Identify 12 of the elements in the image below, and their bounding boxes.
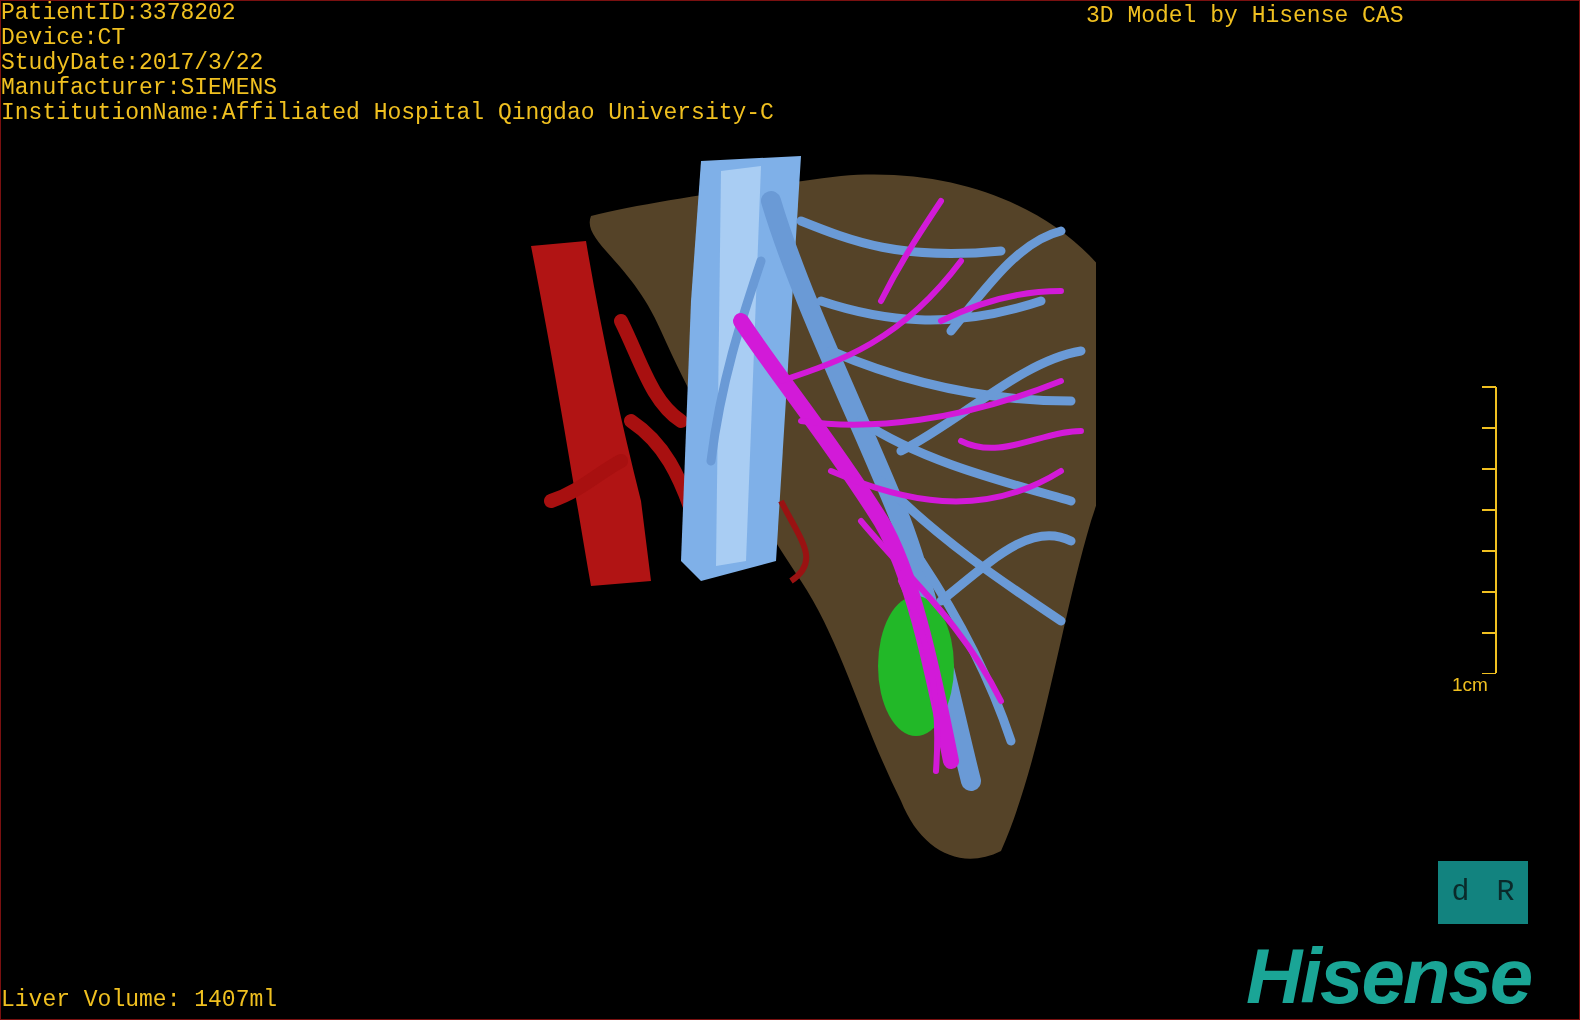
orientation-label: d (1450, 874, 1471, 911)
patient-info-text: InstitutionName:Affiliated Hospital Qingdao University-C (1, 101, 774, 126)
patient-info-text: StudyDate:2017/3/22 (1, 51, 265, 76)
orientation-label: R (1495, 874, 1516, 911)
patient-info-text: Device:CT (1, 26, 127, 51)
patient-info-text: PatientID:3378202 (1, 1, 237, 26)
patient-info-text: Manufacturer:SIEMENS (1, 76, 279, 101)
brand-logo: Hisense (1246, 936, 1532, 1016)
scale-bar-icon (1479, 386, 1499, 674)
viewer-title: 3D Model by Hisense CAS (1086, 2, 1404, 31)
scale-label: 1cm (1452, 674, 1488, 696)
liver-volume-text: Liver Volume: 1407ml (1, 986, 278, 1015)
